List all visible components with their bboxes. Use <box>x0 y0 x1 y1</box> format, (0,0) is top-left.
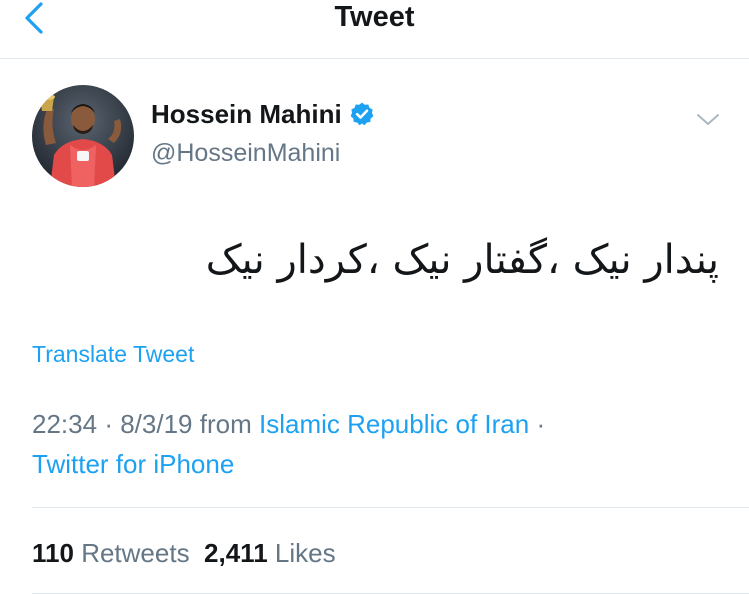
chevron-down-icon <box>697 114 719 125</box>
author-name[interactable]: Hossein Mahini <box>151 97 342 131</box>
verified-badge-icon <box>350 102 374 126</box>
retweets-stat[interactable]: 110 Retweets <box>32 538 190 568</box>
likes-stat[interactable]: 2,411 Likes <box>204 538 336 568</box>
translate-tweet-link[interactable]: Translate Tweet <box>32 339 194 369</box>
tweet-meta: 22:34 · 8/3/19 from Islamic Republic of … <box>32 404 712 484</box>
tweet-location-link[interactable]: Islamic Republic of Iran <box>259 409 529 439</box>
likes-label: Likes <box>274 538 336 568</box>
tweet-stats: 110 Retweets 2,411 Likes <box>32 536 336 570</box>
likes-count: 2,411 <box>204 538 268 568</box>
meta-separator: · <box>536 409 546 439</box>
tweet-text: پندار نیک ،گفتار نیک ،کردار نیک <box>205 237 719 283</box>
author-handle[interactable]: @HosseinMahini <box>151 137 340 169</box>
top-nav-bar: Tweet <box>0 0 749 59</box>
page-title: Tweet <box>334 1 415 33</box>
retweets-label: Retweets <box>81 538 190 568</box>
tweet-date: 8/3/19 <box>120 409 193 439</box>
meta-separator: · <box>104 409 113 439</box>
more-options-button[interactable] <box>692 106 724 134</box>
tweet-time: 22:34 <box>32 409 98 439</box>
avatar-photo <box>32 85 134 187</box>
tweet-client-link[interactable]: Twitter for iPhone <box>32 449 234 479</box>
divider <box>32 507 749 508</box>
avatar[interactable] <box>32 85 134 187</box>
retweets-count: 110 <box>32 538 74 568</box>
from-label: from <box>199 409 252 439</box>
author-info: Hossein Mahini <box>151 97 375 131</box>
